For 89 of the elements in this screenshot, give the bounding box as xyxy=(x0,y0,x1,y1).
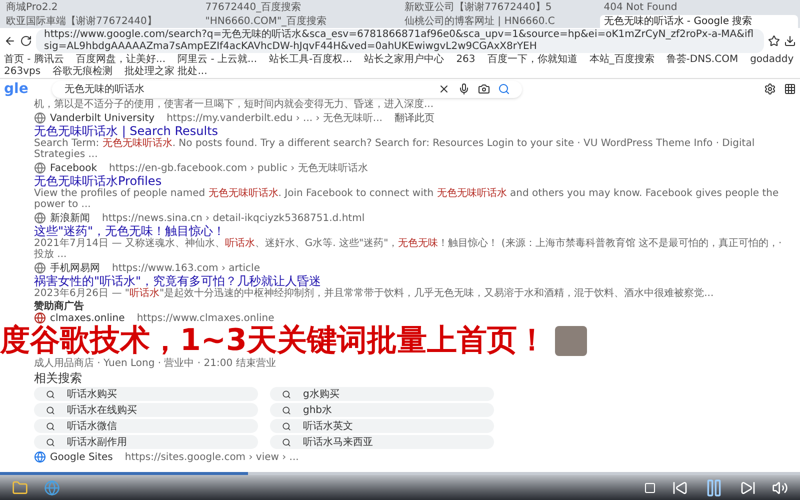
close-icon[interactable] xyxy=(438,83,450,95)
download-icon[interactable] xyxy=(784,35,796,47)
site-icon xyxy=(34,451,46,463)
result-url: https://sites.google.com › view › ... xyxy=(124,452,299,462)
related-search-chip[interactable]: ghb水 xyxy=(270,403,494,417)
settings-icon[interactable] xyxy=(764,83,776,95)
related-search-chip[interactable]: g水购买 xyxy=(270,387,494,401)
progress-track[interactable] xyxy=(0,472,800,475)
result-title[interactable]: 这些"迷药"，无色无味！触目惊心！ xyxy=(34,224,792,238)
browser-tab[interactable]: 新欧亚公司【谢谢77672440】5 xyxy=(400,1,599,14)
next-icon[interactable] xyxy=(740,480,756,496)
site-icon xyxy=(34,162,46,174)
ad-label: 赞助商广告 xyxy=(34,301,85,312)
star-icon[interactable] xyxy=(768,35,780,47)
result-snippet: 机，第以是不适分子的使用，使害者一旦喝下，短时间内就会变得无力、昏迷，进入深度... xyxy=(34,99,435,110)
volume-icon[interactable] xyxy=(772,480,788,496)
photo-placeholder xyxy=(554,326,587,356)
site-name: Vanderbilt University xyxy=(50,112,155,124)
search-icon xyxy=(282,422,291,430)
bookmark[interactable]: 首页 - 腾讯云 xyxy=(4,54,64,66)
google-logo: gle xyxy=(4,80,28,98)
previous-icon[interactable] xyxy=(672,480,688,496)
site-name: Facebook xyxy=(50,162,97,174)
related-search-chip[interactable]: 听话水英文 xyxy=(270,419,494,433)
stop-icon[interactable] xyxy=(644,482,656,494)
browser-tab[interactable]: 仙桃公司的博客网址 | HN6660.C xyxy=(400,15,599,28)
related-search-chip[interactable]: 听话水微信 xyxy=(34,419,258,433)
bookmark[interactable]: 百度一下，你就知道 xyxy=(487,54,578,66)
browser-tab[interactable]: 无色无味的听话水 - Google 搜索 xyxy=(600,15,798,28)
apps-icon[interactable] xyxy=(784,83,796,95)
bookmark[interactable]: 谷歌无痕检测 xyxy=(52,66,113,78)
search-icon[interactable] xyxy=(498,83,510,95)
bookmark[interactable]: 站长工具-百度权... xyxy=(269,54,352,66)
bookmark[interactable]: 263vps xyxy=(4,66,41,78)
site-icon xyxy=(34,262,46,274)
site-icon xyxy=(34,212,46,224)
bookmark[interactable]: 鲁荟-DNS.COM xyxy=(666,54,738,66)
result-url: https://www.clmaxes.online xyxy=(136,312,274,324)
related-search-chip[interactable]: 听话水购买 xyxy=(34,387,258,401)
bookmark[interactable]: 站长之家用户中心 xyxy=(364,54,444,66)
search-icon xyxy=(282,406,291,414)
search-field[interactable]: 无色无味的听话水 xyxy=(52,80,522,98)
related-search-chip[interactable]: 听话水马来西亚 xyxy=(270,435,494,449)
folder-icon[interactable] xyxy=(12,480,28,496)
search-icon xyxy=(46,438,55,446)
bookmark[interactable]: 阿里云 - 上云就... xyxy=(178,54,258,66)
search-icon xyxy=(46,390,55,398)
bookmark[interactable]: 263 xyxy=(456,54,476,66)
site-name: 新浪新闻 xyxy=(50,212,90,224)
browser-tab[interactable]: 77672440_百度搜索 xyxy=(201,1,400,14)
search-icon xyxy=(46,406,55,414)
site-icon xyxy=(34,112,46,124)
ad-footer: 成人用品商店 · Yuen Long · 营业中 · 21:00 结束营业 xyxy=(34,358,792,369)
browser-tab[interactable]: "HN6660.COM"_百度搜索 xyxy=(201,15,400,28)
related-search-chip[interactable]: 听话水在线购买 xyxy=(34,403,258,417)
related-search-chip[interactable]: 听话水副作用 xyxy=(34,435,258,449)
result-url: https://en-gb.facebook.com › public › 无色无味听话水 xyxy=(109,162,368,174)
result-snippet: Search Term: 无色无味听话水. No posts found. Try a different search? Search for: Resources Login to your site · VU WordPress Theme Info · Digital Strategies ... xyxy=(34,138,756,160)
bookmark[interactable]: 批处理之家 批处... xyxy=(124,66,208,78)
result-title[interactable]: 无色无味听话水 | Search Results xyxy=(34,124,792,138)
site-name: Google Sites xyxy=(50,452,113,462)
result-snippet: 2021年7月14日 — 又称迷魂水、神仙水、听话水、迷奸水、G水等. 这些"迷药"，无色无味！触目惊心！ (来源：上海市禁毒科普教育馆 这不是最可怕的，真正可怕的，· 投放 ... xyxy=(34,238,783,260)
result-url: https://news.sina.cn › detail-ikqciyzk5368751.d.html xyxy=(102,212,365,224)
result-title[interactable]: 无色无味听话水Profiles xyxy=(34,174,792,188)
bookmark[interactable]: godaddy xyxy=(750,54,794,66)
back-icon[interactable] xyxy=(4,35,16,47)
related-searches-title: 相关搜索 xyxy=(34,371,83,385)
browser-tab[interactable]: 商城Pro2.2 xyxy=(2,1,200,14)
search-icon xyxy=(282,390,291,398)
browser-tab[interactable]: 欧亚国际車端【谢谢77672440】 xyxy=(2,15,200,28)
result-url: https://www.163.com › article xyxy=(112,262,260,274)
result-url: https://my.vanderbilt.edu › ... › 无色无味听... xyxy=(166,112,382,124)
bookmark[interactable]: 百度网盘，让美好... xyxy=(76,54,166,66)
search-query: 无色无味的听话水 xyxy=(64,82,146,96)
browser-icon[interactable] xyxy=(44,480,60,496)
bookmark[interactable]: 本站_百度搜索 xyxy=(589,54,654,66)
browser-tab[interactable]: 404 Not Found xyxy=(600,1,798,14)
microphone-icon[interactable] xyxy=(458,83,470,95)
result-snippet: 2023年6月26日 — "听话水"是起效十分迅速的中枢神经抑制剂，并且常常带于饮料，几乎无色无味，又易溶于水和酒精，混于饮料、酒水中很难被察觉... xyxy=(34,288,715,299)
camera-icon[interactable] xyxy=(478,83,490,95)
result-snippet: View the profiles of people named 无色无味听话水. Join Facebook to connect with 无色无味听话水 and others you may know. Facebook gives people the power to ... xyxy=(34,188,780,210)
site-icon xyxy=(34,312,46,324)
site-name: clmaxes.online xyxy=(50,312,125,324)
reload-icon[interactable] xyxy=(20,35,32,47)
search-icon xyxy=(46,422,55,430)
site-name: 手机网易网 xyxy=(50,262,100,274)
result-title[interactable]: 祸害女性的"听话水"，究竟有多可怕？几秒就让人昏迷 xyxy=(34,274,792,288)
search-icon xyxy=(282,438,291,446)
translate-link[interactable]: 翻译此页 xyxy=(394,112,434,124)
